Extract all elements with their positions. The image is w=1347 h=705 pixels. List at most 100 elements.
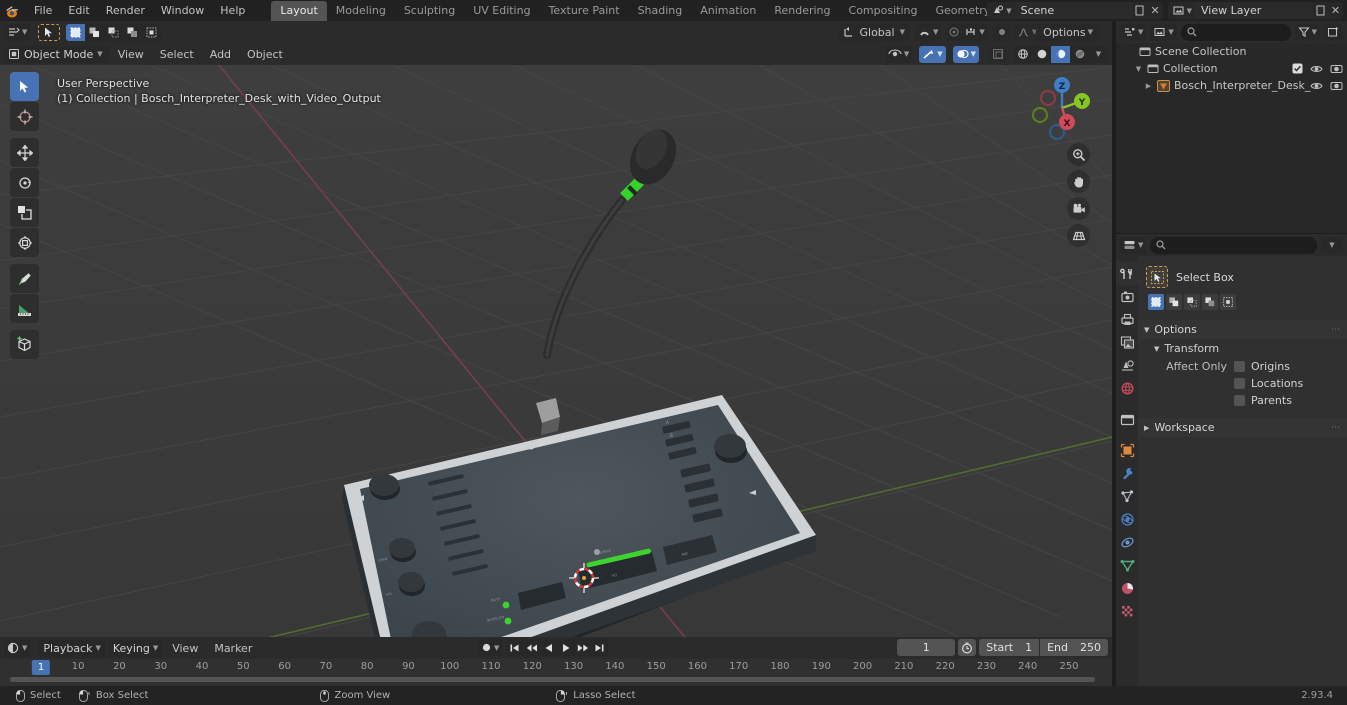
measure-tool[interactable] (10, 294, 39, 323)
menu-edit[interactable]: Edit (60, 2, 97, 19)
overlays-icon[interactable]: ▼ (952, 45, 979, 63)
parents-checkbox[interactable] (1234, 395, 1245, 406)
outliner-display-mode-icon[interactable]: ▼ (1120, 23, 1147, 41)
scene-icon[interactable]: ▼ (987, 4, 1014, 17)
navigation-gizmo[interactable]: Z Y X (1024, 70, 1100, 146)
viewport-menu-object[interactable]: Object (240, 46, 290, 63)
object-tab[interactable] (1116, 439, 1138, 462)
select-extend-icon[interactable] (1166, 294, 1182, 310)
select-cursor-icon[interactable] (38, 23, 61, 41)
add-cube-tool[interactable] (10, 330, 39, 359)
material-preview-icon[interactable] (1051, 45, 1070, 63)
constraints-tab[interactable] (1116, 531, 1138, 554)
select-set-icon[interactable] (1148, 294, 1164, 310)
collection-checkbox[interactable] (1292, 63, 1303, 74)
scene-selector[interactable]: ▼ Scene ✕ (987, 2, 1163, 19)
options-panel-header[interactable]: ▼ Options ⋯ (1138, 320, 1347, 339)
move-tool[interactable] (10, 138, 39, 167)
scene-tab[interactable] (1116, 354, 1138, 377)
collection-tab[interactable] (1116, 408, 1138, 431)
select-intersect-icon[interactable] (1220, 294, 1236, 310)
tool-tab[interactable] (1116, 262, 1138, 285)
id-type-filter-icon[interactable]: ▼ (1150, 23, 1177, 41)
close-icon[interactable]: ✕ (1148, 2, 1163, 19)
tab-layout[interactable]: Layout (271, 0, 327, 21)
new-collection-icon[interactable] (1324, 23, 1343, 41)
viewport-menu-add[interactable]: Add (203, 46, 238, 63)
blender-logo-icon[interactable] (0, 0, 26, 21)
play-reverse-icon[interactable] (540, 639, 557, 656)
eye-icon[interactable] (1310, 81, 1323, 91)
particles-tab[interactable] (1116, 485, 1138, 508)
tweak-select-box-tool[interactable] (10, 72, 39, 101)
menu-window[interactable]: Window (153, 2, 212, 19)
camera-render-icon[interactable] (1330, 80, 1343, 91)
select-subtract-icon[interactable] (1184, 294, 1200, 310)
physics-tab[interactable] (1116, 508, 1138, 531)
outliner-row-collection[interactable]: ▼ Collection (1116, 60, 1347, 77)
pivot-point-selector[interactable]: ▼ (946, 23, 988, 41)
texture-tab[interactable] (1116, 600, 1138, 623)
timeline-menu-playback[interactable]: Playback ▼ (38, 639, 106, 657)
workspace-panel-header[interactable]: ▶ Workspace ⋯ (1138, 418, 1347, 437)
xray-toggle-icon[interactable] (989, 45, 1007, 63)
tab-compositing[interactable]: Compositing (840, 1, 927, 21)
timeline-scrollbar[interactable] (10, 677, 1095, 682)
select-intersect-icon[interactable] (142, 24, 161, 41)
end-frame-field[interactable]: End 250 (1040, 639, 1108, 656)
rotate-tool[interactable] (10, 168, 39, 197)
select-box-tool-icon[interactable] (1146, 266, 1168, 288)
outliner-row-object[interactable]: ▶ Bosch_Interpreter_Desk_ (1116, 77, 1347, 94)
menu-render[interactable]: Render (98, 2, 153, 19)
annotate-tool[interactable] (10, 264, 39, 293)
view-layer-name-field[interactable]: View Layer (1195, 2, 1313, 19)
close-icon[interactable]: ✕ (1328, 2, 1343, 19)
properties-search-input[interactable] (1150, 236, 1317, 254)
jump-to-end-icon[interactable] (591, 639, 608, 656)
proportional-edit-icon[interactable] (992, 23, 1011, 41)
start-frame-field[interactable]: Start 1 (979, 639, 1040, 656)
select-invert-icon[interactable] (123, 24, 142, 41)
properties-editor-icon[interactable]: ▼ (1120, 236, 1147, 254)
scene-name-field[interactable]: Scene (1014, 2, 1133, 19)
timeline-scrubber[interactable]: 1 10 20 30 40 50 60 70 80 90 100 110 120 130 140 150 160… (0, 659, 1112, 678)
chevron-down-icon[interactable]: ▼ (1321, 236, 1343, 254)
shading-dropdown-caret[interactable]: ▼ (1089, 46, 1108, 63)
world-tab[interactable] (1116, 377, 1138, 400)
new-scene-icon[interactable] (1133, 2, 1148, 19)
output-tab[interactable] (1116, 308, 1138, 331)
solid-shading-icon[interactable] (1032, 46, 1051, 63)
toggle-perspective-icon[interactable] (1067, 224, 1090, 247)
tab-rendering[interactable]: Rendering (765, 1, 839, 21)
jump-to-start-icon[interactable] (506, 639, 523, 656)
camera-render-icon[interactable] (1330, 63, 1343, 74)
tab-sculpting[interactable]: Sculpting (395, 1, 464, 21)
timeline-playhead[interactable]: 1 (31, 660, 51, 675)
show-gizmo-icon[interactable]: ▼ (884, 45, 913, 63)
material-tab[interactable] (1116, 577, 1138, 600)
viewport-menu-select[interactable]: Select (153, 46, 201, 63)
zoom-icon[interactable] (1067, 143, 1090, 166)
snap-magnet-icon[interactable]: ▼ (914, 23, 942, 41)
select-extend-icon[interactable] (85, 24, 104, 41)
timeline-menu-keying[interactable]: Keying ▼ (107, 639, 164, 657)
pan-hand-icon[interactable] (1067, 170, 1090, 193)
interaction-mode-selector[interactable]: Object Mode ▼ (4, 45, 109, 63)
outliner-search-input[interactable] (1180, 23, 1291, 41)
select-set-icon[interactable] (66, 23, 86, 41)
menu-file[interactable]: File (26, 2, 60, 19)
collapse-triangle-icon[interactable]: ▼ (1134, 65, 1143, 73)
filter-funnel-icon[interactable]: ▼ (1294, 23, 1320, 41)
transform-tool[interactable] (10, 228, 39, 257)
tab-shading[interactable]: Shading (629, 1, 692, 21)
menu-help[interactable]: Help (212, 2, 253, 19)
jump-to-prev-keyframe-icon[interactable] (523, 639, 540, 656)
modifier-tab[interactable] (1116, 462, 1138, 485)
scale-tool[interactable] (10, 198, 39, 227)
3d-viewport[interactable]: BOSCH CHAN VOL MUTE INTERCOM SPEAK VU MI… (0, 65, 1112, 637)
preview-range-clock-icon[interactable] (958, 639, 977, 656)
new-layer-icon[interactable] (1313, 2, 1328, 19)
editor-type-icon[interactable]: ▼ (4, 23, 31, 41)
select-subtract-icon[interactable] (104, 24, 123, 41)
timeline-menu-view[interactable]: View (165, 640, 205, 657)
